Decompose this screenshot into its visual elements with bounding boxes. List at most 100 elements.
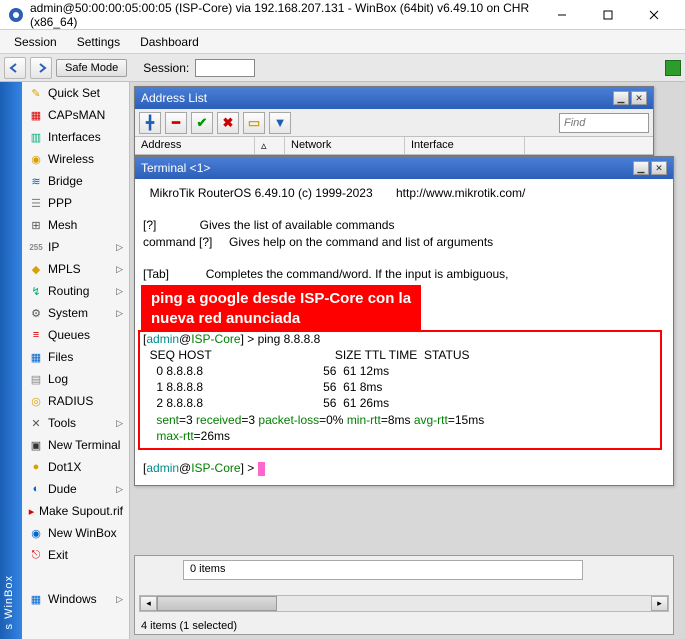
sidebar-item-label: Routing [48,284,89,298]
filter-button[interactable]: ▼ [269,112,291,134]
horizontal-scrollbar[interactable]: ◂ ▸ [139,595,669,612]
addr-minimize-button[interactable]: ▁ [613,91,629,105]
wifi-icon: ◉ [28,151,44,167]
bottom-panel: 0 items ◂ ▸ 4 items (1 selected) [134,555,674,635]
term-close-button[interactable]: ✕ [651,161,667,175]
sidebar-item-label: PPP [48,196,72,210]
chevron-right-icon: ▷ [116,308,123,319]
maximize-button[interactable] [585,0,631,30]
windows-icon: ▦ [28,591,44,607]
address-list-toolbar: ╋ ━ ✔ ✖ ▭ ▼ Find [135,109,653,137]
col-address[interactable]: Address [135,137,255,154]
cursor-icon [258,462,265,476]
comment-button[interactable]: ▭ [243,112,265,134]
sidebar-item-make-supout.rif[interactable]: ▸Make Supout.rif [22,500,129,522]
terminal-body[interactable]: MikroTik RouterOS 6.49.10 (c) 1999-2023 … [135,179,673,485]
blank-icon [28,569,44,585]
main-toolbar: Safe Mode Session: [0,54,685,82]
address-list-window[interactable]: Address List ▁ ✕ ╋ ━ ✔ ✖ ▭ ▼ Find Addres… [134,86,654,156]
find-input[interactable]: Find [559,113,649,133]
sidebar-item-tools[interactable]: ✕ Tools ▷ [22,412,129,434]
sidebar-item-new-winbox[interactable]: ◉New WinBox [22,522,129,544]
remove-button[interactable]: ━ [165,112,187,134]
sidebar-item-label: Dude [48,482,77,496]
mesh-icon: ⊞ [28,217,44,233]
term-prompt-1: [admin@ISP-Core] > ping 8.8.8.8 [143,331,665,347]
term-ping-row-0: 0 8.8.8.8 56 61 12ms [143,363,665,379]
items-count-box: 0 items [183,560,583,580]
dude-icon: ◐ [28,481,44,497]
scroll-left-button[interactable]: ◂ [140,596,157,611]
sidebar-item-label: Quick Set [48,86,100,100]
chevron-right-icon: ▷ [116,264,123,275]
sidebar-item-interfaces[interactable]: ▥Interfaces [22,126,129,148]
sidebar-item-dot1x[interactable]: ●Dot1X [22,456,129,478]
close-button[interactable] [631,0,677,30]
sidebar-item-bridge[interactable]: ≋Bridge [22,170,129,192]
undo-button[interactable] [4,57,26,79]
address-list-titlebar[interactable]: Address List ▁ ✕ [135,87,653,109]
sidebar: ✎Quick Set▦CAPsMAN▥Interfaces ◉ Wireless ≋B… [22,82,130,639]
menu-session[interactable]: Session [4,32,67,52]
term-banner: MikroTik RouterOS 6.49.10 (c) 1999-2023 … [143,185,665,201]
sidebar-item-wireless[interactable]: ◉ Wireless [22,148,129,170]
disable-button[interactable]: ✖ [217,112,239,134]
sidebar-item-log[interactable]: ▤Log [22,368,129,390]
files-icon: ▦ [28,349,44,365]
chevron-right-icon: ▷ [116,242,123,253]
sidebar-item-radius[interactable]: ◎RADIUS [22,390,129,412]
chevron-right-icon: ▷ [116,594,123,605]
sidebar-item-files[interactable]: ▦Files [22,346,129,368]
minimize-button[interactable] [539,0,585,30]
sidebar-item-mesh[interactable]: ⊞Mesh [22,214,129,236]
sidebar-item-queues[interactable]: ≡Queues [22,324,129,346]
chevron-right-icon: ▷ [116,418,123,429]
sidebar-item-label: Bridge [48,174,83,188]
sidebar-item-windows[interactable]: ▦ Windows ▷ [22,588,129,610]
terminal-title: Terminal <1> [141,161,210,175]
window-titlebar: admin@50:00:00:05:00:05 (ISP-Core) via 1… [0,0,685,30]
col-sort[interactable]: ▵ [255,137,285,154]
caps-icon: ▦ [28,107,44,123]
sidebar-item-capsman[interactable]: ▦CAPsMAN [22,104,129,126]
selection-status: 4 items (1 selected) [141,620,237,632]
col-network[interactable]: Network [285,137,405,154]
sidebar-item-label: Exit [48,548,68,562]
menu-settings[interactable]: Settings [67,32,130,52]
terminal-window[interactable]: Terminal <1> ▁ ✕ MikroTik RouterOS 6.49.… [134,156,674,486]
sidebar-item-dude[interactable]: ◐ Dude ▷ [22,478,129,500]
sidebar-item-new-terminal[interactable]: ▣New Terminal [22,434,129,456]
safemode-button[interactable]: Safe Mode [56,59,127,77]
redo-button[interactable] [30,57,52,79]
sidebar-item-ip[interactable]: 255IP▷ [22,236,129,258]
sidebar-item-label: Log [48,372,68,386]
sidebar-item-exit[interactable]: ⎋Exit [22,544,129,566]
sidebar-item-system[interactable]: ⚙System▷ [22,302,129,324]
content-area: Address List ▁ ✕ ╋ ━ ✔ ✖ ▭ ▼ Find Addres… [130,82,685,639]
terminal-titlebar[interactable]: Terminal <1> ▁ ✕ [135,157,673,179]
routing-icon: ↯ [28,283,44,299]
sidebar-item-label: New Terminal [48,438,120,452]
term-prompt-2: [admin@ISP-Core] > [143,460,665,476]
menu-dashboard[interactable]: Dashboard [130,32,209,52]
chevron-right-icon: ▷ [116,484,123,495]
sidebar-item-ppp[interactable]: ☰PPP [22,192,129,214]
radius-icon: ◎ [28,393,44,409]
sidebar-item-label: Wireless [48,152,94,166]
sidebar-item-label: Tools [48,416,76,430]
sidebar-item-mpls[interactable]: ◆MPLS▷ [22,258,129,280]
scroll-right-button[interactable]: ▸ [651,596,668,611]
scroll-thumb[interactable] [157,596,277,611]
sidebar-item-label: Make Supout.rif [39,504,123,518]
session-input[interactable] [195,59,255,77]
col-interface[interactable]: Interface [405,137,525,154]
addr-close-button[interactable]: ✕ [631,91,647,105]
sidebar-item-routing[interactable]: ↯Routing▷ [22,280,129,302]
enable-button[interactable]: ✔ [191,112,213,134]
term-minimize-button[interactable]: ▁ [633,161,649,175]
sidebar-item-quick-set[interactable]: ✎Quick Set [22,82,129,104]
tools-icon: ✕ [28,415,44,431]
sidebar-item-label: Windows [48,592,97,606]
queues-icon: ≡ [28,327,44,343]
add-button[interactable]: ╋ [139,112,161,134]
